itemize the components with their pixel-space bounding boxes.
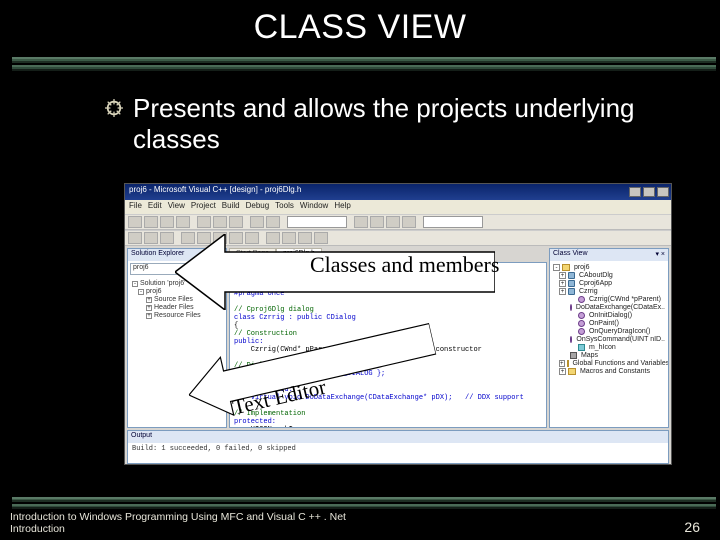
tree-node: +Source Files xyxy=(132,296,222,303)
menu-item: File xyxy=(129,201,142,213)
ide-toolbar xyxy=(125,214,671,230)
callout-classes-members: Classes and members xyxy=(310,252,499,278)
menu-item: Build xyxy=(222,201,240,213)
tree-node: +Header Files xyxy=(132,304,222,311)
output-line: Build: 1 succeeded, 0 failed, 0 skipped xyxy=(128,443,668,455)
tree-node: +Resource Files xyxy=(132,312,222,319)
menu-item: View xyxy=(168,201,185,213)
tab-start-page: Start Page xyxy=(229,248,276,262)
bullet-text: Presents and allows the projects underly… xyxy=(133,93,665,155)
menu-item: Help xyxy=(334,201,350,213)
menu-item: Project xyxy=(191,201,216,213)
minimize-icon xyxy=(629,187,641,197)
page-number: 26 xyxy=(684,519,714,536)
class-view-panel: Class View▾ × - proj6+ CAboutDlg+ Cproj6… xyxy=(549,248,669,428)
menu-item: Tools xyxy=(275,201,294,213)
bullet-row: Presents and allows the projects underly… xyxy=(105,93,665,155)
close-icon xyxy=(657,187,669,197)
bullet-star-icon xyxy=(105,99,123,117)
ide-window-title: proj6 - Microsoft Visual C++ [design] - … xyxy=(129,185,301,194)
pin-icon: ▾ × xyxy=(655,250,665,260)
ide-titlebar: proj6 - Microsoft Visual C++ [design] - … xyxy=(125,184,671,200)
slide-title: CLASS VIEW xyxy=(0,0,720,47)
menu-item: Window xyxy=(300,201,328,213)
ide-toolbar-2 xyxy=(125,230,671,246)
tree-node: -proj6 xyxy=(132,288,222,295)
footer-line-2: Introduction xyxy=(10,523,346,536)
menu-item: Debug xyxy=(246,201,270,213)
maximize-icon xyxy=(643,187,655,197)
title-underline xyxy=(0,57,720,71)
slide-footer: Introduction to Windows Programming Usin… xyxy=(0,497,720,540)
solution-dropdown: proj6 xyxy=(130,263,224,275)
class-view-header: Class View xyxy=(553,250,588,260)
footer-line-1: Introduction to Windows Programming Usin… xyxy=(10,511,346,524)
tree-node: -Solution 'proj6' xyxy=(132,280,222,287)
output-header: Output xyxy=(131,432,152,442)
menu-item: Edit xyxy=(148,201,162,213)
ide-menubar: File Edit View Project Build Debug Tools… xyxy=(125,200,671,214)
solution-explorer-header: Solution Explorer xyxy=(128,249,226,261)
